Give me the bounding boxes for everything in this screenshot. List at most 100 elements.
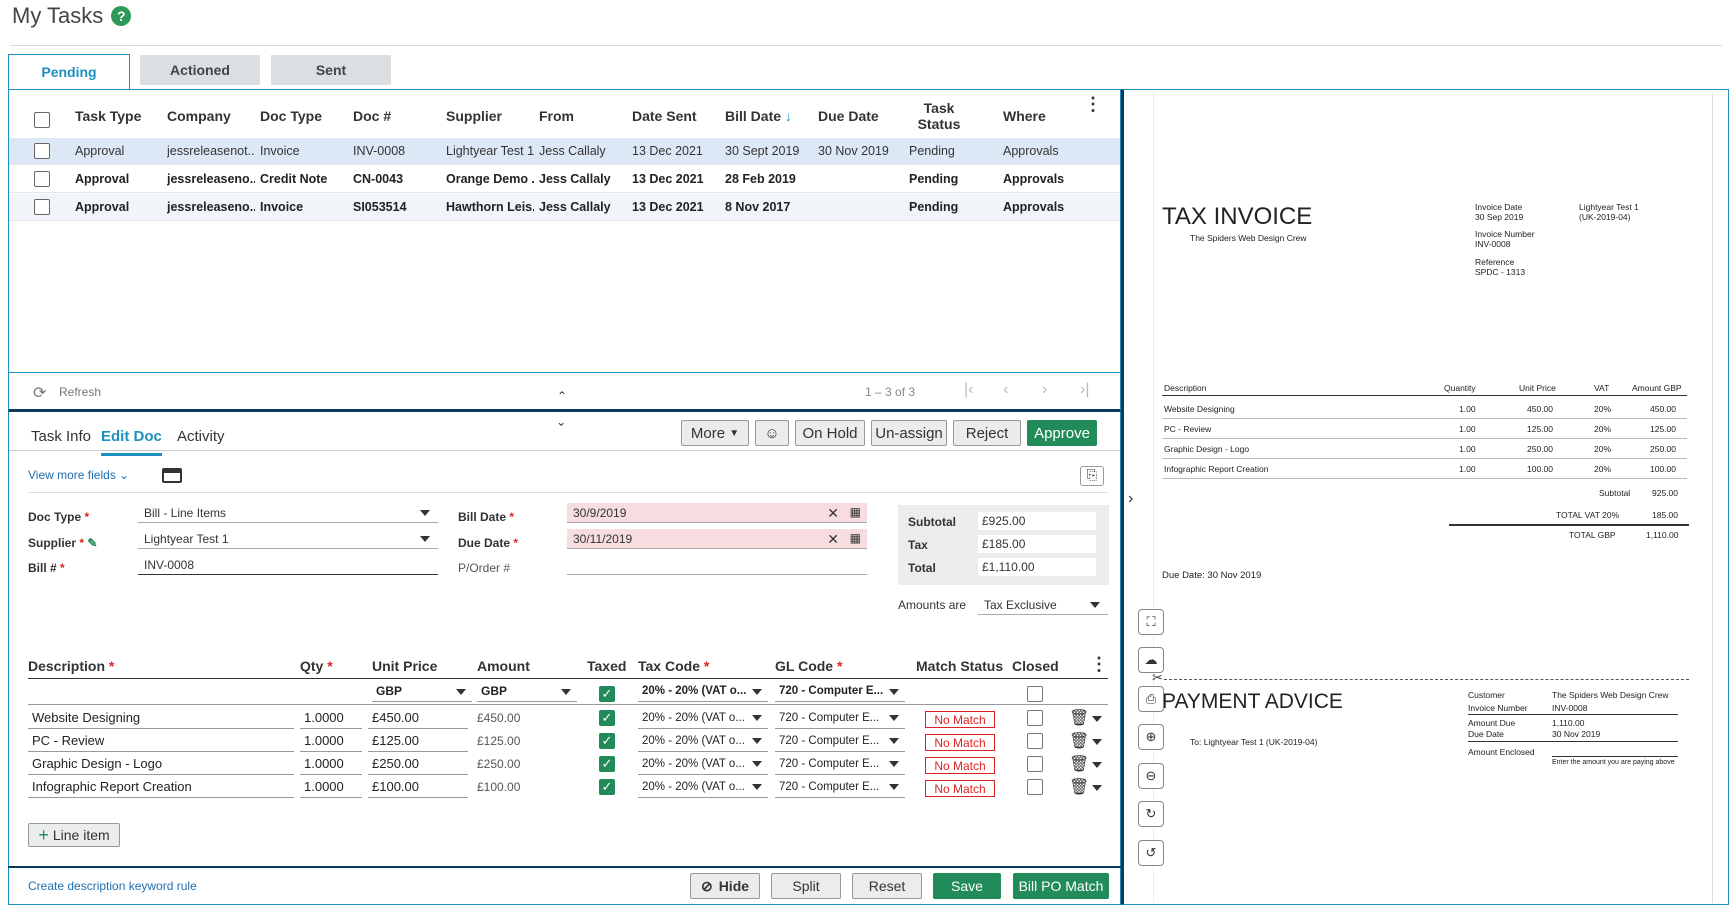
col-task-type[interactable]: Task Type <box>75 108 141 124</box>
select-all-checkbox[interactable] <box>34 112 50 128</box>
col-supplier[interactable]: Supplier <box>446 108 502 124</box>
amounts-are-select[interactable]: Tax Exclusive <box>978 595 1108 615</box>
calendar-icon[interactable]: ▦ <box>850 531 861 545</box>
clear-icon[interactable]: ✕ <box>827 531 839 548</box>
line-closed-checkbox[interactable] <box>1027 710 1043 726</box>
tax-code-all-select[interactable]: 20% - 20% (VAT o... <box>638 680 768 702</box>
on-hold-button[interactable]: On Hold <box>795 420 865 446</box>
zoom-out-icon[interactable]: ⊖ <box>1138 763 1164 789</box>
line-description-input[interactable]: PC - Review <box>28 730 294 752</box>
line-tax-code-select[interactable]: 20% - 20% (VAT o... <box>638 707 768 729</box>
line-qty-input[interactable]: 1.0000 <box>300 753 362 775</box>
line-unit-price-input[interactable]: £450.00 <box>368 707 468 729</box>
reject-button[interactable]: Reject <box>953 420 1021 446</box>
row-checkbox[interactable] <box>34 171 50 187</box>
clear-icon[interactable]: ✕ <box>827 505 839 522</box>
hide-button[interactable]: ⊘ Hide <box>690 873 760 899</box>
row-checkbox[interactable] <box>34 199 50 215</box>
line-taxed-checkbox[interactable]: ✓ <box>599 710 615 726</box>
line-description-input[interactable]: Website Designing <box>28 707 294 729</box>
line-gl-code-select[interactable]: 720 - Computer E... <box>775 707 905 729</box>
col-task-status[interactable]: Task Status <box>909 100 969 132</box>
prev-page-icon[interactable]: ‹ <box>1003 381 1008 399</box>
view-more-fields-link[interactable]: View more fields ⌄ <box>28 468 129 482</box>
line-unit-price-input[interactable]: £250.00 <box>368 753 468 775</box>
line-closed-checkbox[interactable] <box>1027 756 1043 772</box>
chevron-down-icon[interactable] <box>1092 762 1102 768</box>
chevron-down-icon[interactable] <box>1092 716 1102 722</box>
help-icon[interactable]: ? <box>111 6 132 26</box>
line-tax-code-select[interactable]: 20% - 20% (VAT o... <box>638 730 768 752</box>
line-unit-price-input[interactable]: £125.00 <box>368 730 468 752</box>
attachment-icon[interactable]: ⎘ <box>1080 466 1104 486</box>
chevron-down-icon[interactable] <box>1092 785 1102 791</box>
user-assign-icon[interactable]: ☺ <box>755 420 789 446</box>
line-qty-input[interactable]: 1.0000 <box>300 776 362 798</box>
trash-icon[interactable]: 🗑 <box>1069 777 1089 797</box>
tab-pending[interactable]: Pending <box>8 54 130 89</box>
approve-button[interactable]: Approve <box>1027 420 1097 446</box>
col-due-date[interactable]: Due Date <box>818 108 879 124</box>
tab-actioned[interactable]: Actioned <box>140 55 260 85</box>
line-tax-code-select[interactable]: 20% - 20% (VAT o... <box>638 753 768 775</box>
trash-icon[interactable]: 🗑 <box>1069 731 1089 751</box>
porder-input[interactable] <box>567 555 867 575</box>
print-icon[interactable]: ⎙ <box>1138 686 1164 712</box>
bill-no-input[interactable]: INV-0008 <box>138 555 438 575</box>
table-row[interactable]: Approval jessreleaseno... Invoice SI053514 H… <box>9 194 1120 221</box>
add-line-item-button[interactable]: + Line item <box>28 823 120 847</box>
line-closed-checkbox[interactable] <box>1027 733 1043 749</box>
taxed-all-checkbox[interactable]: ✓ <box>599 686 615 702</box>
bill-date-input[interactable]: 30/9/2019 ✕ ▦ <box>567 503 867 523</box>
fullscreen-icon[interactable]: ⛶ <box>1138 609 1164 635</box>
save-button[interactable]: Save <box>933 873 1001 899</box>
line-qty-input[interactable]: 1.0000 <box>300 730 362 752</box>
trash-icon[interactable]: 🗑 <box>1069 754 1089 774</box>
chevron-right-icon[interactable]: › <box>1128 490 1133 508</box>
col-date-sent[interactable]: Date Sent <box>632 108 697 124</box>
supplier-select[interactable]: Lightyear Test 1 <box>138 529 438 549</box>
create-keyword-rule-link[interactable]: Create description keyword rule <box>28 879 197 893</box>
line-taxed-checkbox[interactable]: ✓ <box>599 779 615 795</box>
line-tax-code-select[interactable]: 20% - 20% (VAT o... <box>638 776 768 798</box>
line-taxed-checkbox[interactable]: ✓ <box>599 733 615 749</box>
unit-currency-select[interactable]: GBP <box>372 680 472 702</box>
refresh-button[interactable]: Refresh <box>59 385 101 399</box>
line-description-input[interactable]: Graphic Design - Logo <box>28 753 294 775</box>
table-row[interactable]: Approval jessreleasenot... Invoice INV-0008… <box>9 138 1120 165</box>
column-menu-icon[interactable]: ⋮ <box>1084 95 1102 113</box>
col-bill-date[interactable]: Bill Date ↓ <box>725 108 792 124</box>
reset-button[interactable]: Reset <box>852 873 922 899</box>
col-doc-no[interactable]: Doc # <box>353 108 391 124</box>
calendar-icon[interactable]: ▦ <box>850 505 861 519</box>
cloud-download-icon[interactable]: ☁ <box>1138 647 1164 673</box>
col-company[interactable]: Company <box>167 108 231 124</box>
line-qty-input[interactable]: 1.0000 <box>300 707 362 729</box>
line-menu-icon[interactable]: ⋮ <box>1090 654 1108 675</box>
trash-icon[interactable]: 🗑 <box>1069 708 1089 728</box>
line-gl-code-select[interactable]: 720 - Computer E... <box>775 753 905 775</box>
table-row[interactable]: Approval jessreleaseno... Credit Note CN-00… <box>9 166 1120 193</box>
refresh-icon[interactable]: ⟳ <box>33 383 46 403</box>
card-icon[interactable] <box>162 468 182 483</box>
subtab-task-info[interactable]: Task Info <box>31 428 91 445</box>
pencil-icon[interactable]: ✎ <box>87 536 97 550</box>
gl-code-all-select[interactable]: 720 - Computer E... <box>775 680 905 702</box>
collapse-up-icon[interactable]: ⌃ <box>557 389 567 403</box>
line-closed-checkbox[interactable] <box>1027 779 1043 795</box>
first-page-icon[interactable]: |‹ <box>964 381 973 399</box>
unassign-button[interactable]: Un-assign <box>871 420 947 446</box>
row-checkbox[interactable] <box>34 143 50 159</box>
subtab-activity[interactable]: Activity <box>177 428 225 445</box>
last-page-icon[interactable]: ›| <box>1080 381 1089 399</box>
closed-all-checkbox[interactable] <box>1027 686 1043 702</box>
line-description-input[interactable]: Infographic Report Creation <box>28 776 294 798</box>
col-doc-type[interactable]: Doc Type <box>260 108 322 124</box>
split-button[interactable]: Split <box>771 873 841 899</box>
line-taxed-checkbox[interactable]: ✓ <box>599 756 615 772</box>
next-page-icon[interactable]: › <box>1042 381 1047 399</box>
zoom-in-icon[interactable]: ⊕ <box>1138 724 1164 750</box>
col-from[interactable]: From <box>539 108 574 124</box>
line-gl-code-select[interactable]: 720 - Computer E... <box>775 776 905 798</box>
line-unit-price-input[interactable]: £100.00 <box>368 776 468 798</box>
